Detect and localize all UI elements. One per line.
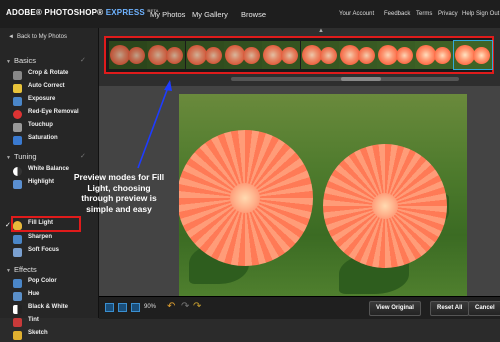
fit-view-icon[interactable]	[105, 303, 114, 312]
pencil-icon	[13, 331, 22, 340]
tool-label: Sketch	[28, 330, 48, 336]
annotation-arrow	[137, 80, 172, 169]
redo-icon[interactable]: ↷	[181, 301, 189, 312]
undo-icon[interactable]: ↶	[167, 301, 175, 312]
reset-all-button[interactable]: Reset All	[430, 301, 470, 316]
zoom-icon[interactable]	[131, 303, 140, 312]
tool-tint[interactable]: Tint	[13, 317, 39, 329]
view-original-button[interactable]: View Original	[369, 301, 421, 316]
zoom-level: 90%	[144, 304, 157, 310]
tool-sketch[interactable]: Sketch	[13, 330, 48, 342]
actual-size-icon[interactable]	[118, 303, 127, 312]
bottom-toolbar: 90% ↶ ↷ ↷ View Original Reset All Cancel	[99, 296, 500, 319]
history-icon[interactable]: ↷	[193, 301, 201, 312]
cancel-button[interactable]: Cancel	[468, 301, 500, 316]
tint-icon	[13, 318, 22, 327]
